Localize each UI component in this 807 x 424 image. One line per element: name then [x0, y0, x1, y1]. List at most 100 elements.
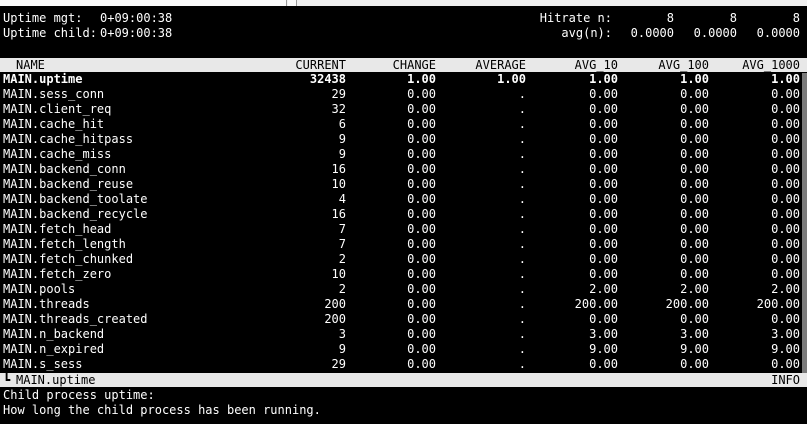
counter-change: 0.00: [407, 252, 436, 266]
window-tab[interactable]: [288, 0, 297, 6]
table-row[interactable]: MAIN.pools 2 0.00. 2.00 2.00 2.00: [0, 282, 807, 297]
table-row[interactable]: MAIN.fetch_length 7 0.00. 0.00 0.00 0.00: [0, 237, 807, 252]
counter-avg-1000: 0.00: [771, 132, 800, 146]
counter-avg-10: 0.00: [589, 357, 618, 371]
counter-avg-1000: 3.00: [771, 327, 800, 341]
counter-average: .: [518, 357, 526, 371]
status-marker: ┗: [3, 373, 11, 387]
counter-avg-100: 0.00: [680, 147, 709, 161]
table-row[interactable]: MAIN.n_expired 9 0.00. 9.00 9.00 9.00: [0, 342, 807, 357]
counter-name: MAIN.n_backend: [3, 327, 105, 341]
column-header-bar: NAME CURRENT CHANGE AVERAGE AVG_10 AVG_1…: [0, 58, 807, 72]
avg-n-value: 0.0000: [630, 26, 674, 40]
counter-average: .: [518, 117, 526, 131]
counter-avg-1000: 200.00: [756, 297, 800, 311]
counter-avg-10: 3.00: [589, 327, 618, 341]
counter-avg-100: 0.00: [680, 312, 709, 326]
counter-avg-100: 0.00: [680, 207, 709, 221]
counter-avg-1000: 0.00: [771, 207, 800, 221]
table-row[interactable]: MAIN.uptime 32438 1.00 1.00 1.00 1.00 1.00: [0, 72, 807, 87]
window-tab[interactable]: [0, 0, 287, 6]
counter-avg-10: 0.00: [589, 117, 618, 131]
table-row[interactable]: MAIN.threads 200 0.00. 200.00 200.00 200.00: [0, 297, 807, 312]
counter-avg-1000: 2.00: [771, 282, 800, 296]
counter-average: .: [518, 252, 526, 266]
counter-current: 29: [331, 357, 346, 371]
counter-name: MAIN.cache_hit: [3, 117, 105, 131]
table-row[interactable]: MAIN.client_req 32 0.00. 0.00 0.00 0.00: [0, 102, 807, 117]
counter-name: MAIN.threads: [3, 297, 90, 311]
counter-change: 0.00: [407, 117, 436, 131]
counter-avg-10: 0.00: [589, 162, 618, 176]
counter-change: 0.00: [407, 357, 436, 371]
counter-avg-1000: 0.00: [771, 312, 800, 326]
counter-change: 0.00: [407, 132, 436, 146]
counter-average: .: [518, 312, 526, 326]
counter-change: 0.00: [407, 237, 436, 251]
table-row[interactable]: MAIN.backend_recycle 16 0.00. 0.00 0.00 0.00: [0, 207, 807, 222]
verbosity-level: INFO: [771, 373, 800, 387]
counter-avg-10: 0.00: [589, 312, 618, 326]
avg-n-value: 0.0000: [756, 26, 800, 40]
counter-current: 16: [331, 162, 346, 176]
description-title: Child process uptime:: [3, 388, 155, 402]
table-row[interactable]: MAIN.cache_hitpass 9 0.00. 0.00 0.00 0.00: [0, 132, 807, 147]
counter-avg-100: 0.00: [680, 177, 709, 191]
uptime-mgt-value: 0+09:00:38: [100, 11, 173, 25]
counter-average: .: [518, 327, 526, 341]
counter-avg-1000: 0.00: [771, 252, 800, 266]
counter-current: 10: [331, 177, 346, 191]
column-average: AVERAGE: [475, 58, 526, 72]
scrollbar-thumb[interactable]: [802, 73, 807, 373]
counter-avg-100: 0.00: [680, 237, 709, 251]
counter-average: .: [518, 102, 526, 116]
counter-name: MAIN.s_sess: [3, 357, 83, 371]
counter-avg-100: 0.00: [680, 102, 709, 116]
counter-avg-1000: 0.00: [771, 237, 800, 251]
table-row[interactable]: MAIN.cache_miss 9 0.00. 0.00 0.00 0.00: [0, 147, 807, 162]
counter-avg-1000: 0.00: [771, 222, 800, 236]
counter-change: 0.00: [407, 297, 436, 311]
counter-avg-100: 1.00: [680, 72, 709, 86]
counter-change: 0.00: [407, 87, 436, 101]
uptime-mgt-label: Uptime mgt:: [3, 11, 83, 25]
table-row[interactable]: MAIN.s_sess 29 0.00. 0.00 0.00 0.00: [0, 357, 807, 372]
counter-current: 29: [331, 87, 346, 101]
counter-change: 0.00: [407, 222, 436, 236]
table-row[interactable]: MAIN.fetch_head 7 0.00. 0.00 0.00 0.00: [0, 222, 807, 237]
counter-current: 2: [338, 252, 346, 266]
counter-list[interactable]: MAIN.uptime 32438 1.00 1.00 1.00 1.00 1.00 MAIN…: [0, 72, 807, 372]
table-row[interactable]: MAIN.fetch_zero 10 0.00. 0.00 0.00 0.00: [0, 267, 807, 282]
column-change: CHANGE: [392, 58, 436, 72]
counter-avg-1000: 0.00: [771, 357, 800, 371]
counter-avg-1000: 9.00: [771, 342, 800, 356]
selected-counter: MAIN.uptime: [16, 373, 96, 387]
counter-avg-100: 0.00: [680, 117, 709, 131]
counter-average: .: [518, 342, 526, 356]
table-row[interactable]: MAIN.threads_created 200 0.00. 0.00 0.00 0.00: [0, 312, 807, 327]
scrollbar[interactable]: [802, 73, 807, 373]
counter-change: 0.00: [407, 162, 436, 176]
table-row[interactable]: MAIN.fetch_chunked 2 0.00. 0.00 0.00 0.00: [0, 252, 807, 267]
table-row[interactable]: MAIN.backend_toolate 4 0.00. 0.00 0.00 0.00: [0, 192, 807, 207]
table-row[interactable]: MAIN.sess_conn 29 0.00. 0.00 0.00 0.00: [0, 87, 807, 102]
counter-change: 0.00: [407, 327, 436, 341]
counter-avg-10: 200.00: [574, 297, 618, 311]
counter-avg-10: 0.00: [589, 222, 618, 236]
counter-avg-100: 2.00: [680, 282, 709, 296]
counter-name: MAIN.backend_reuse: [3, 177, 134, 191]
table-row[interactable]: MAIN.backend_conn 16 0.00. 0.00 0.00 0.00: [0, 162, 807, 177]
counter-avg-100: 0.00: [680, 267, 709, 281]
counter-avg-10: 0.00: [589, 102, 618, 116]
counter-average: .: [518, 282, 526, 296]
table-row[interactable]: MAIN.backend_reuse 10 0.00. 0.00 0.00 0.00: [0, 177, 807, 192]
counter-name: MAIN.backend_toolate: [3, 192, 148, 206]
counter-average: .: [518, 207, 526, 221]
table-row[interactable]: MAIN.cache_hit 6 0.00. 0.00 0.00 0.00: [0, 117, 807, 132]
counter-avg-100: 0.00: [680, 222, 709, 236]
table-row[interactable]: MAIN.n_backend 3 0.00. 3.00 3.00 3.00: [0, 327, 807, 342]
hitrate-value: 8: [666, 11, 674, 25]
counter-avg-1000: 0.00: [771, 177, 800, 191]
description-text: How long the child process has been runn…: [3, 403, 321, 417]
counter-current: 9: [338, 147, 346, 161]
